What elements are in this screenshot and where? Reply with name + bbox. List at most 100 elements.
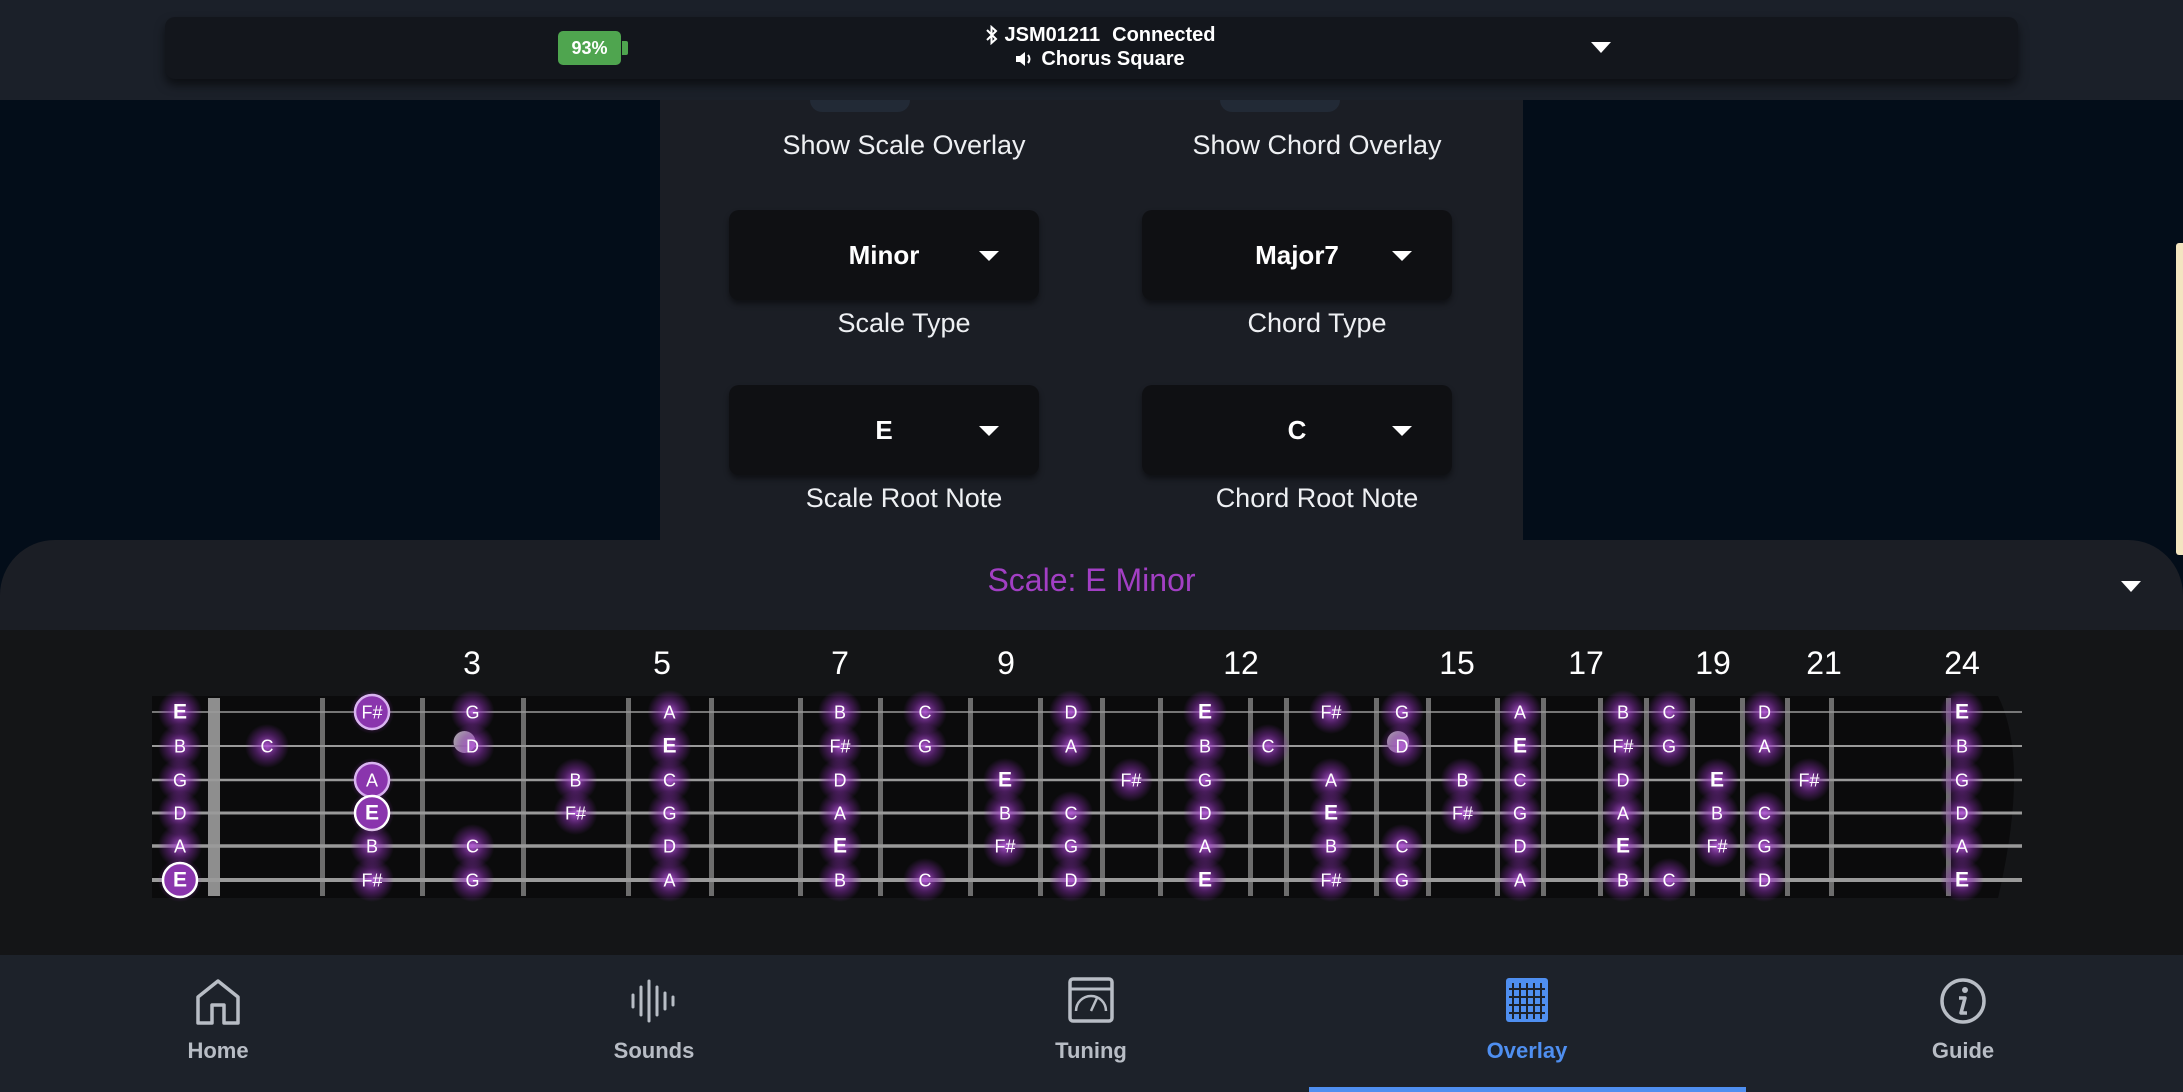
note-marker[interactable]: C (1246, 724, 1290, 768)
note-marker[interactable]: C (245, 724, 289, 768)
note-marker[interactable]: E (158, 858, 202, 902)
note-marker[interactable]: F# (1309, 690, 1353, 734)
note-marker[interactable]: F# (350, 690, 394, 734)
tab-home[interactable]: Home (78, 955, 358, 1092)
note-marker[interactable]: F# (1109, 758, 1153, 802)
svg-text:C: C (1663, 871, 1676, 891)
fret-number: 9 (997, 645, 1015, 681)
collapse-sheet-icon[interactable] (2121, 581, 2141, 592)
svg-text:C: C (1758, 804, 1771, 824)
svg-text:A: A (834, 804, 846, 824)
svg-text:D: D (1617, 771, 1630, 791)
svg-text:C: C (466, 837, 479, 857)
note-marker[interactable]: F# (1309, 858, 1353, 902)
svg-text:D: D (174, 804, 187, 824)
note-marker[interactable]: E (1940, 858, 1984, 902)
waveform-icon (631, 979, 675, 1023)
note-marker[interactable]: B (1601, 858, 1645, 902)
note-marker[interactable]: G (903, 724, 947, 768)
fretboard: 3 5 7 9 12 15 17 19 21 24E F# G A B C D E F# G A B C D EB C D E F# G… (152, 645, 2022, 902)
fret-number: 7 (831, 645, 849, 681)
scrollbar[interactable] (2176, 243, 2183, 555)
chevron-down-icon (1392, 426, 1412, 436)
svg-text:B: B (1456, 771, 1468, 791)
svg-text:D: D (1396, 737, 1409, 757)
chord-root-dropdown[interactable]: C (1142, 385, 1452, 475)
chord-overlay-toggle[interactable] (1220, 100, 1340, 112)
note-marker[interactable]: D (450, 724, 495, 768)
chord-type-dropdown[interactable]: Major7 (1142, 210, 1452, 300)
svg-text:E: E (1955, 869, 1969, 892)
note-marker[interactable]: A (1498, 858, 1542, 902)
note-marker[interactable]: F# (553, 791, 598, 835)
svg-text:D: D (834, 771, 847, 791)
fret-wire (1038, 698, 1043, 896)
note-marker[interactable]: G (1647, 724, 1691, 768)
connection-line: JSM01211 Connected (900, 23, 1300, 47)
fretboard-sheet-header[interactable]: Scale: E Minor (0, 540, 2183, 630)
svg-text:F#: F# (1706, 837, 1727, 857)
fret-number: 24 (1944, 645, 1980, 681)
svg-text:C: C (919, 871, 932, 891)
tab-overlay[interactable]: Overlay (1387, 955, 1667, 1092)
note-marker[interactable]: F# (350, 858, 394, 902)
tab-tuning[interactable]: Tuning (951, 955, 1231, 1092)
note-marker[interactable]: C (1647, 858, 1691, 902)
fret-number: 12 (1223, 645, 1259, 681)
svg-text:A: A (1514, 703, 1526, 723)
svg-text:B: B (834, 703, 846, 723)
connection-info: JSM01211 Connected Chorus Square (900, 23, 1300, 71)
overlay-settings-panel: Show Scale Overlay Show Chord Overlay Mi… (660, 100, 1523, 540)
fretboard-grid-icon (1506, 978, 1548, 1022)
scale-overlay-toggle[interactable] (810, 100, 910, 112)
svg-text:E: E (833, 835, 847, 858)
chevron-down-icon (1392, 251, 1412, 261)
note-marker[interactable]: F# (1440, 791, 1485, 835)
note-marker[interactable]: G (1380, 858, 1424, 902)
scale-root-label: Scale Root Note (805, 483, 1003, 513)
active-tab-indicator (1309, 1087, 1746, 1092)
note-marker[interactable]: D (1742, 858, 1787, 902)
svg-text:B: B (999, 804, 1011, 824)
sound-line: Chorus Square (900, 47, 1300, 71)
svg-text:G: G (662, 804, 676, 824)
note-marker[interactable]: G (450, 858, 495, 902)
svg-text:E: E (365, 802, 379, 825)
note-marker[interactable]: D (1380, 724, 1424, 768)
svg-text:F#: F# (1320, 703, 1341, 723)
bottom-navigation: Home Sounds Tuning Overlay Guide (0, 955, 2183, 1092)
svg-text:F#: F# (1798, 771, 1819, 791)
scale-root-dropdown[interactable]: E (729, 385, 1039, 475)
scale-title: Scale: E Minor (987, 562, 1196, 598)
fret-number: 17 (1568, 645, 1604, 681)
scale-type-dropdown[interactable]: Minor (729, 210, 1039, 300)
svg-text:C: C (261, 737, 274, 757)
chevron-down-icon (979, 251, 999, 261)
svg-text:E: E (1513, 735, 1527, 758)
note-marker[interactable]: C (903, 858, 947, 902)
tab-guide[interactable]: Guide (1823, 955, 2103, 1092)
svg-text:C: C (919, 703, 932, 723)
svg-text:F#: F# (829, 737, 850, 757)
svg-text:D: D (1514, 837, 1527, 857)
note-marker[interactable]: F# (983, 824, 1027, 868)
svg-text:F#: F# (361, 871, 382, 891)
note-marker[interactable]: A (1742, 724, 1787, 768)
fret-number: 21 (1806, 645, 1842, 681)
tab-sounds[interactable]: Sounds (514, 955, 794, 1092)
svg-text:C: C (663, 771, 676, 791)
note-marker[interactable]: D (1049, 858, 1093, 902)
note-marker[interactable]: F# (1787, 758, 1831, 802)
svg-text:A: A (1065, 737, 1077, 757)
tuner-icon (1068, 977, 1114, 1023)
note-marker[interactable]: A (647, 858, 692, 902)
note-marker[interactable]: F# (1695, 824, 1739, 868)
note-marker[interactable]: A (1049, 724, 1093, 768)
svg-text:A: A (1758, 737, 1770, 757)
note-marker[interactable]: B (818, 858, 862, 902)
status-dropdown-icon[interactable] (1591, 42, 1611, 53)
note-marker[interactable]: E (1183, 858, 1227, 902)
tab-sounds-label: Sounds (613, 1038, 695, 1063)
svg-text:A: A (1325, 771, 1337, 791)
battery-indicator: 93% (558, 31, 621, 65)
